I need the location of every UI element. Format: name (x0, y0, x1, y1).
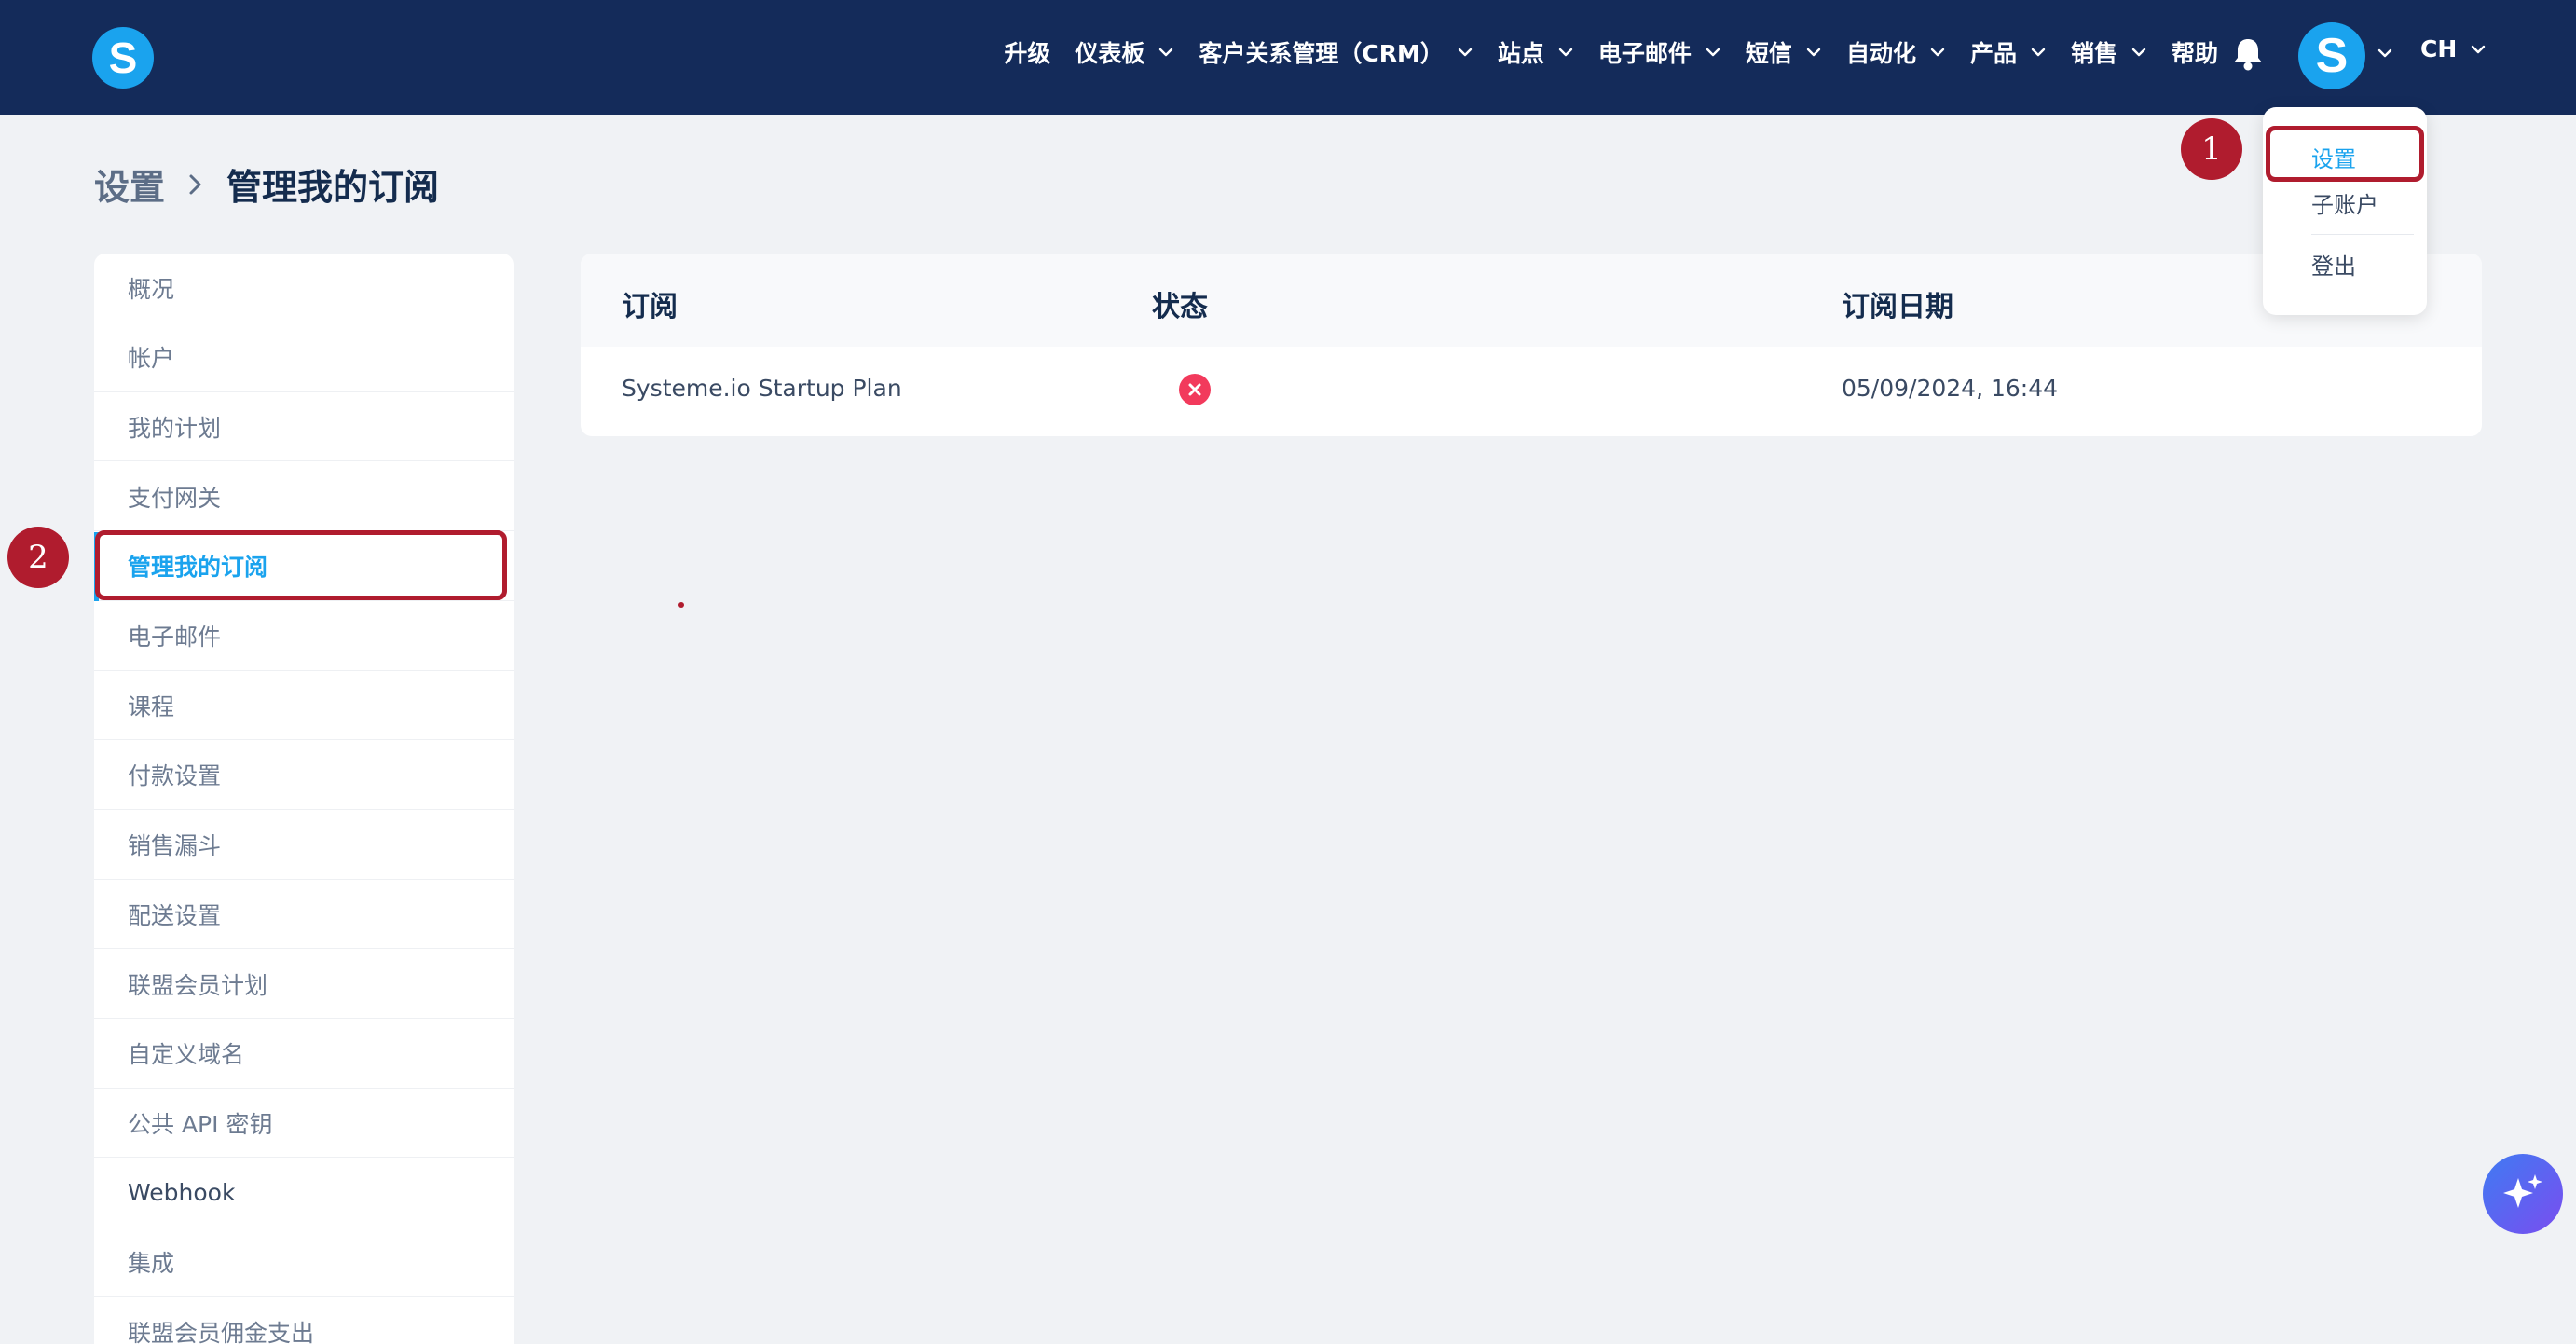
language-selector[interactable]: CH (2420, 35, 2487, 62)
chevron-down-icon (1929, 44, 1946, 61)
sidebar-item-label: 联盟会员佣金支出 (128, 1320, 315, 1344)
nav-item-label: 短信 (1745, 40, 1792, 67)
column-header-subscription: 订阅 (622, 291, 678, 323)
sidebar-item-2[interactable]: 我的计划 (94, 392, 514, 462)
sidebar-item-3[interactable]: 支付网关 (94, 462, 514, 532)
sidebar-item-label: 联盟会员计划 (128, 971, 268, 999)
sidebar-item-label: 帐户 (128, 345, 175, 373)
sidebar-item-7[interactable]: 付款设置 (94, 741, 514, 810)
nav-item-label: 产品 (1969, 40, 2017, 67)
annotation-badge-1: 1 (2181, 118, 2242, 180)
chevron-down-icon (1805, 44, 1822, 61)
nav-item-label: 自动化 (1845, 40, 1916, 67)
status-cancelled-icon (1179, 374, 1211, 405)
sidebar-item-15[interactable]: 联盟会员佣金支出 (94, 1298, 514, 1344)
avatar-chevron-down-icon[interactable] (2377, 45, 2393, 62)
sidebar-item-8[interactable]: 销售漏斗 (94, 811, 514, 880)
user-avatar[interactable]: S (2298, 22, 2365, 89)
ai-assistant-button[interactable] (2483, 1154, 2563, 1234)
cursor-dot (678, 602, 684, 608)
sidebar-item-label: 我的计划 (128, 414, 222, 442)
nav-item-5[interactable]: 短信 (1746, 35, 1822, 69)
sidebar-item-label: Webhook (128, 1179, 236, 1207)
menu-item-logout[interactable]: 登出 (2311, 248, 2356, 281)
subscription-date: 05/09/2024, 16:44 (1842, 375, 2059, 402)
systeme-logo[interactable]: S (92, 27, 154, 89)
nav-item-9[interactable]: 帮助 (2172, 35, 2218, 69)
sidebar-item-label: 配送设置 (128, 901, 222, 929)
nav-item-label: 仪表板 (1075, 40, 1145, 67)
sparkle-icon (2503, 1174, 2542, 1208)
highlight-box-settings (2266, 126, 2424, 182)
chevron-down-icon (1705, 44, 1721, 61)
sidebar-item-11[interactable]: 自定义域名 (94, 1020, 514, 1089)
nav-item-7[interactable]: 产品 (1970, 35, 2047, 69)
sidebar-item-label: 公共 API 密钥 (128, 1110, 273, 1138)
sidebar-item-label: 自定义域名 (128, 1041, 245, 1069)
settings-sidebar: 概况 帐户 我的计划 支付网关 管理我的订阅 电子邮件 课程 付款设置 销售漏斗 配送设置 联盟会员… (94, 254, 514, 1344)
column-header-status: 状态 (1152, 291, 1208, 323)
top-navigation-bar: S 升级 仪表板 客户关系管理（CRM） 站点 电子邮件 短信 自动化 产品 销售 帮助 S CH (0, 0, 2576, 115)
nav-item-label: 客户关系管理（CRM） (1199, 40, 1444, 67)
breadcrumb: 设置 管理我的订阅 (94, 158, 439, 210)
annotation-badge-2: 2 (7, 527, 69, 588)
sidebar-item-14[interactable]: 集成 (94, 1228, 514, 1297)
sidebar-item-label: 支付网关 (128, 484, 222, 512)
nav-item-1[interactable]: 仪表板 (1075, 35, 1174, 69)
nav-item-3[interactable]: 站点 (1498, 35, 1574, 69)
page-title: 管理我的订阅 (226, 167, 440, 208)
sidebar-item-label: 付款设置 (128, 762, 222, 790)
sidebar-item-0[interactable]: 概况 (94, 254, 514, 322)
menu-divider (2311, 234, 2414, 235)
sidebar-item-12[interactable]: 公共 API 密钥 (94, 1089, 514, 1159)
sidebar-item-label: 集成 (128, 1250, 175, 1278)
nav-item-label: 电子邮件 (1597, 40, 1692, 67)
highlight-box-manage-subscriptions (95, 530, 507, 600)
sidebar-item-label: 概况 (128, 275, 175, 303)
sidebar-item-5[interactable]: 电子邮件 (94, 602, 514, 671)
nav-item-2[interactable]: 客户关系管理（CRM） (1199, 35, 1473, 69)
notification-bell-icon[interactable] (2232, 37, 2264, 71)
sidebar-item-label: 电子邮件 (128, 624, 222, 651)
chevron-right-icon (185, 171, 206, 199)
chevron-down-icon (1557, 44, 1574, 61)
sidebar-item-9[interactable]: 配送设置 (94, 880, 514, 950)
nav-item-8[interactable]: 销售 (2071, 35, 2147, 69)
language-label: CH (2420, 35, 2458, 62)
chevron-down-icon (2131, 44, 2147, 61)
breadcrumb-settings-link[interactable]: 设置 (94, 158, 165, 210)
nav-item-label: 升级 (1004, 40, 1051, 67)
subscription-plan-name: Systeme.io Startup Plan (622, 375, 902, 402)
table-header (581, 254, 2482, 347)
nav-item-label: 帮助 (2171, 40, 2218, 67)
sidebar-item-1[interactable]: 帐户 (94, 323, 514, 392)
chevron-down-icon (2030, 44, 2047, 61)
nav-item-label: 站点 (1497, 40, 1544, 67)
chevron-down-icon (2470, 41, 2487, 58)
column-header-date: 订阅日期 (1842, 291, 1953, 323)
sidebar-item-label: 销售漏斗 (128, 832, 222, 860)
sidebar-item-6[interactable]: 课程 (94, 671, 514, 741)
nav-item-6[interactable]: 自动化 (1846, 35, 1946, 69)
sidebar-item-10[interactable]: 联盟会员计划 (94, 950, 514, 1019)
menu-item-sub-accounts[interactable]: 子账户 (2311, 186, 2378, 219)
main-nav: 升级 仪表板 客户关系管理（CRM） 站点 电子邮件 短信 自动化 产品 销售 帮助 (932, 0, 2218, 104)
sidebar-item-13[interactable]: Webhook (94, 1159, 514, 1228)
subscriptions-table: 订阅 状态 订阅日期 Systeme.io Startup Plan 05/09… (581, 254, 2482, 436)
nav-item-label: 销售 (2070, 40, 2117, 67)
chevron-down-icon (1158, 44, 1174, 61)
nav-item-4[interactable]: 电子邮件 (1598, 35, 1721, 69)
nav-item-0[interactable]: 升级 (1004, 35, 1050, 69)
chevron-down-icon (1457, 44, 1473, 61)
sidebar-item-label: 课程 (128, 693, 175, 720)
